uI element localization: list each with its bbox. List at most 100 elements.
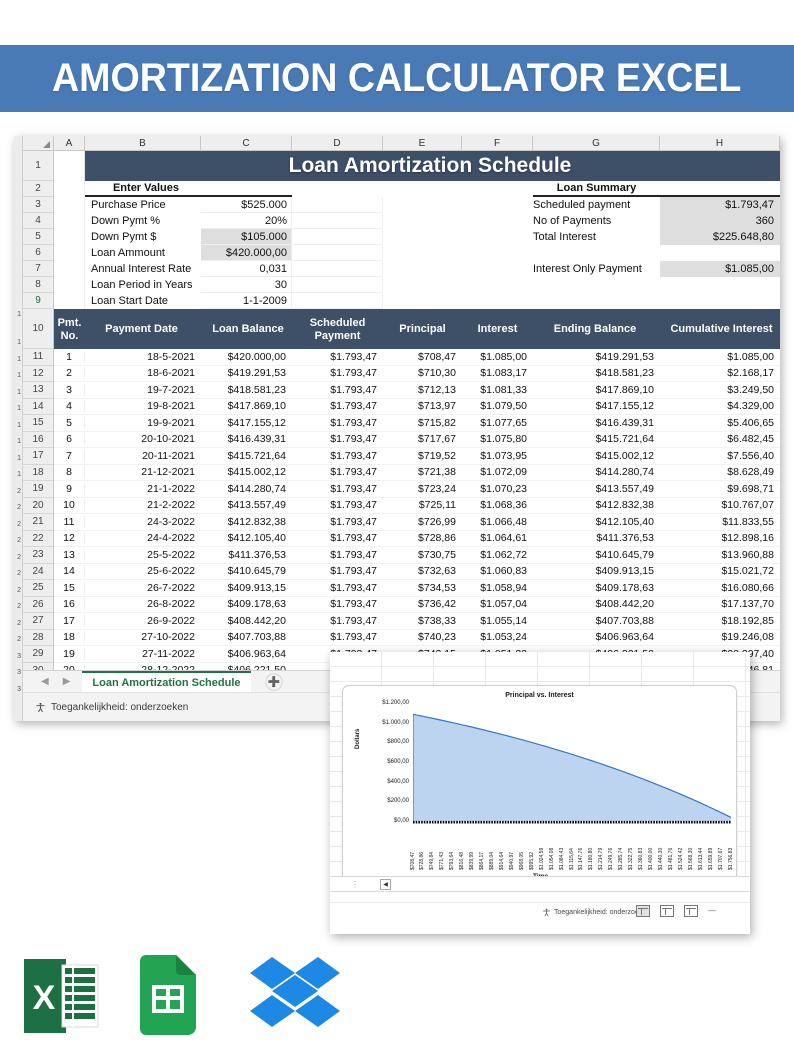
chart-card[interactable]: Principal vs. Interest Dollars $0,00 $200… bbox=[342, 685, 737, 897]
cell-d[interactable] bbox=[292, 293, 383, 309]
input-value-5[interactable]: 30 bbox=[201, 277, 292, 293]
row-number-12[interactable]: 12 bbox=[23, 365, 53, 382]
summary-value-3[interactable] bbox=[660, 245, 780, 261]
table-row[interactable]: 14 25-6-2022 $410.645,79 $1.793,47 $732,63 $1… bbox=[54, 564, 780, 580]
table-row[interactable]: 11 24-3-2022 $412.832,38 $1.793,47 $726,99 $1… bbox=[54, 514, 780, 531]
table-row[interactable]: 1 18-5-2021 $420.000,00 $1.793,47 $708,47 $1.… bbox=[54, 349, 780, 366]
input-value-1[interactable]: 20% bbox=[201, 213, 292, 229]
add-sheet-plus-icon[interactable]: ➕ bbox=[264, 672, 283, 691]
x-tick-label: $749,84 bbox=[429, 851, 436, 870]
cell-d[interactable] bbox=[292, 245, 383, 261]
table-row[interactable]: 7 20-11-2021 $415.721,64 $1.793,47 $719,52 $1… bbox=[54, 448, 780, 465]
row-number-8[interactable]: 8 bbox=[23, 277, 53, 293]
summary-value-1[interactable]: 360 bbox=[660, 213, 780, 229]
row-number-26[interactable]: 26 bbox=[23, 596, 53, 613]
chart-window-formula-bar[interactable]: ⋮ ◀ bbox=[330, 876, 750, 892]
zoom-slider-handle[interactable]: — bbox=[708, 906, 716, 915]
summary-value-4[interactable]: $1.085,00 bbox=[660, 261, 780, 277]
table-row[interactable]: 5 19-9-2021 $417.155,12 $1.793,47 $715,82 $1.… bbox=[54, 415, 780, 432]
table-row[interactable]: 8 21-12-2021 $415.002,12 $1.793,47 $721,38 $1… bbox=[54, 465, 780, 481]
normal-view-button[interactable] bbox=[636, 904, 650, 917]
row-number-7[interactable]: 7 bbox=[23, 261, 53, 277]
row-number-3[interactable]: 3 bbox=[23, 197, 53, 213]
row-number-10[interactable]: 10 bbox=[23, 309, 53, 349]
column-header-f[interactable]: F bbox=[462, 136, 533, 150]
table-row[interactable]: 12 24-4-2022 $412.105,40 $1.793,47 $728,86 $1… bbox=[54, 531, 780, 547]
x-tick-label: $839,99 bbox=[469, 851, 476, 870]
row-number-27[interactable]: 27 bbox=[23, 613, 53, 630]
cell-d[interactable] bbox=[292, 197, 383, 213]
column-header-h[interactable]: H bbox=[660, 136, 780, 150]
table-row[interactable]: 17 26-9-2022 $408.442,20 $1.793,47 $738,33 $1… bbox=[54, 613, 780, 630]
table-row[interactable]: 9 21-1-2022 $414.280,74 $1.793,47 $723,24 $1.… bbox=[54, 481, 780, 498]
sheet-grid: Loan Amortization Schedule Enter Values L… bbox=[54, 151, 780, 721]
bg-grid-cell bbox=[746, 757, 750, 771]
row-number-15[interactable]: 15 bbox=[23, 415, 53, 432]
gutter-mark: 2 bbox=[17, 636, 21, 643]
row-number-24[interactable]: 24 bbox=[23, 563, 53, 580]
summary-label-3 bbox=[533, 245, 660, 261]
page-layout-view-button[interactable] bbox=[660, 904, 674, 917]
chevron-left-icon[interactable]: ◀ bbox=[41, 676, 49, 687]
row-number-4[interactable]: 4 bbox=[23, 213, 53, 229]
summary-value-0[interactable]: $1.793,47 bbox=[660, 197, 780, 213]
page-break-view-button[interactable] bbox=[684, 904, 698, 917]
sheet-nav-arrows[interactable]: ◀ ▶ bbox=[23, 676, 82, 687]
row-number-23[interactable]: 23 bbox=[23, 547, 53, 564]
input-value-3[interactable]: $420.000,00 bbox=[201, 245, 292, 261]
formula-bar-drag-dots[interactable]: ⋮ bbox=[330, 880, 380, 889]
row-number-21[interactable]: 21 bbox=[23, 514, 53, 531]
table-row[interactable]: 18 27-10-2022 $407.703,88 $1.793,47 $740,23 $… bbox=[54, 630, 780, 646]
table-row[interactable]: 16 26-8-2022 $409.178,63 $1.793,47 $736,42 $1… bbox=[54, 597, 780, 613]
row-number-16[interactable]: 16 bbox=[23, 431, 53, 448]
table-row[interactable]: 13 25-5-2022 $411.376,53 $1.793,47 $730,75 $1… bbox=[54, 547, 780, 564]
input-value-2[interactable]: $105.000 bbox=[201, 229, 292, 245]
summary-value-2[interactable]: $225.648,80 bbox=[660, 229, 780, 245]
table-row[interactable]: 10 21-2-2022 $413.557,49 $1.793,47 $725,11 $1… bbox=[54, 498, 780, 514]
gutter-mark: 3 bbox=[17, 685, 21, 693]
y-tick-label: $1.200,00 bbox=[382, 700, 409, 706]
row-number-11[interactable]: 11 bbox=[23, 349, 53, 366]
collapse-icon[interactable]: ◀ bbox=[380, 878, 391, 890]
input-value-0[interactable]: $525.000 bbox=[201, 197, 292, 213]
cell-payment-date: 20-10-2021 bbox=[141, 433, 195, 446]
input-value-4[interactable]: 0,031 bbox=[201, 261, 292, 277]
table-row[interactable]: 2 18-6-2021 $419.291,53 $1.793,47 $710,30 $1.… bbox=[54, 366, 780, 382]
row-number-2[interactable]: 2 bbox=[23, 181, 53, 197]
column-header-g[interactable]: G bbox=[533, 136, 660, 150]
row-number-13[interactable]: 13 bbox=[23, 382, 53, 399]
table-row[interactable]: 6 20-10-2021 $416.439,31 $1.793,47 $717,67 $1… bbox=[54, 432, 780, 448]
cell-d[interactable] bbox=[292, 213, 383, 229]
column-header-c[interactable]: C bbox=[201, 136, 292, 150]
input-value-6[interactable]: 1-1-2009 bbox=[201, 293, 292, 309]
chevron-right-icon[interactable]: ▶ bbox=[63, 676, 71, 687]
row-number-18[interactable]: 18 bbox=[23, 464, 53, 481]
cell-d[interactable] bbox=[292, 277, 383, 293]
column-header-a[interactable]: A bbox=[54, 136, 85, 150]
summary-value-6[interactable] bbox=[660, 293, 780, 309]
summary-value-5[interactable] bbox=[660, 277, 780, 293]
row-number-5[interactable]: 5 bbox=[23, 229, 53, 245]
cell-d[interactable] bbox=[292, 261, 383, 277]
row-number-28[interactable]: 28 bbox=[23, 629, 53, 646]
cell-d[interactable] bbox=[292, 229, 383, 245]
select-all-corner[interactable] bbox=[23, 136, 54, 150]
table-row[interactable]: 15 26-7-2022 $409.913,15 $1.793,47 $734,53 $1… bbox=[54, 580, 780, 597]
row-number-22[interactable]: 22 bbox=[23, 530, 53, 547]
row-number-19[interactable]: 19 bbox=[23, 481, 53, 498]
column-header-e[interactable]: E bbox=[383, 136, 462, 150]
row-number-20[interactable]: 20 bbox=[23, 497, 53, 514]
column-header-d[interactable]: D bbox=[292, 136, 383, 150]
table-row[interactable]: 4 19-8-2021 $417.869,10 $1.793,47 $713,97 $1.… bbox=[54, 399, 780, 415]
row-number-17[interactable]: 17 bbox=[23, 448, 53, 465]
x-tick-label: $1.481,76 bbox=[667, 847, 674, 870]
row-number-29[interactable]: 29 bbox=[23, 646, 53, 663]
row-number-25[interactable]: 25 bbox=[23, 580, 53, 597]
table-row[interactable]: 3 19-7-2021 $418.581,23 $1.793,47 $712,13 $1.… bbox=[54, 382, 780, 399]
row-number-9[interactable]: 9 bbox=[23, 293, 53, 309]
row-number-14[interactable]: 14 bbox=[23, 398, 53, 415]
row-number-6[interactable]: 6 bbox=[23, 245, 53, 261]
sheet-tab-loan-amortization-schedule[interactable]: Loan Amortization Schedule bbox=[82, 670, 251, 693]
row-number-1[interactable]: 1 bbox=[23, 151, 53, 181]
column-header-b[interactable]: B bbox=[85, 136, 201, 150]
